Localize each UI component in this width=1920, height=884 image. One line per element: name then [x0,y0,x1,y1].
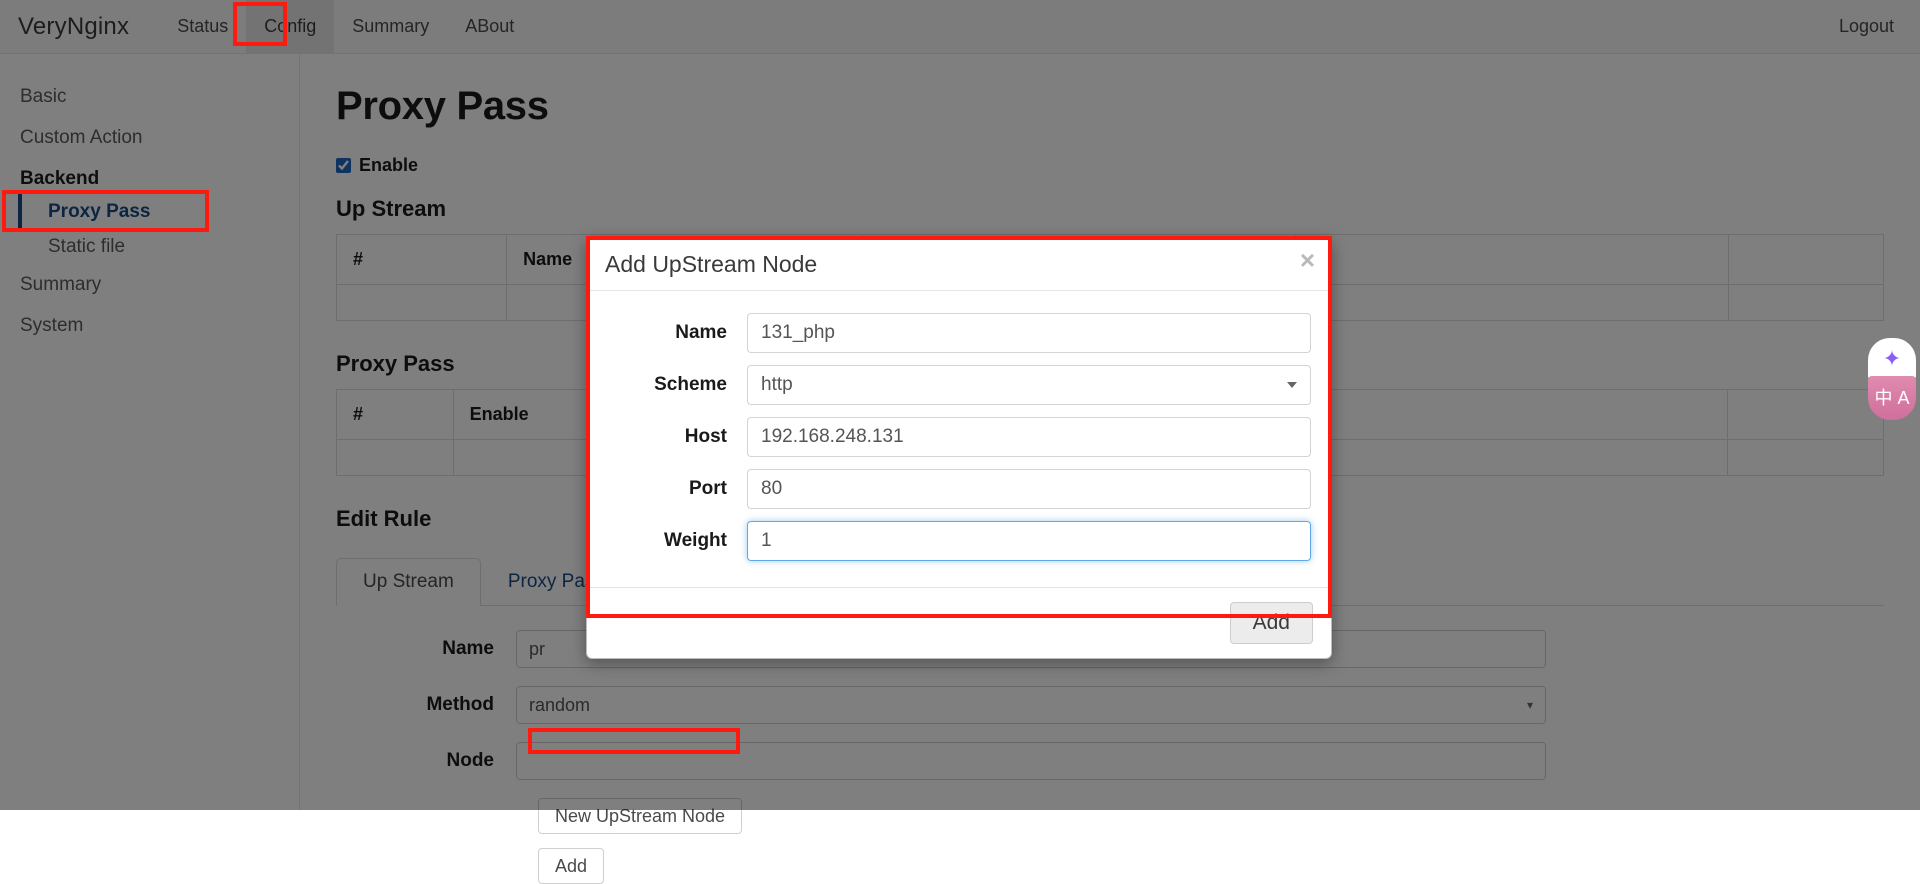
modal-row-port: Port 80 [607,469,1311,509]
modal-row-weight: Weight 1 [607,521,1311,561]
modal-footer: Add [587,587,1331,658]
translate-icon[interactable]: 中 A [1868,376,1916,420]
modal-scheme-wrap: http [747,365,1311,405]
modal-port-input[interactable]: 80 [747,469,1311,509]
form-add-button[interactable]: Add [538,848,604,884]
modal-weight-wrap: 1 [747,521,1311,561]
modal-title: Add UpStream Node [605,253,1313,276]
close-icon[interactable]: × [1300,247,1315,273]
modal-scheme-label: Scheme [607,374,747,396]
modal-weight-label: Weight [607,530,747,552]
modal-port-label: Port [607,478,747,500]
sparkle-icon[interactable]: ✦ [1868,338,1916,380]
modal-host-input[interactable]: 192.168.248.131 [747,417,1311,457]
modal-name-input[interactable]: 131_php [747,313,1311,353]
modal-host-wrap: 192.168.248.131 [747,417,1311,457]
modal-panel: Add UpStream Node × Name 131_php Scheme … [586,236,1332,659]
modal-name-wrap: 131_php [747,313,1311,353]
modal-row-name: Name 131_php [607,313,1311,353]
modal-scheme-value: http [761,374,793,396]
modal-row-host: Host 192.168.248.131 [607,417,1311,457]
modal-add-button[interactable]: Add [1230,602,1313,644]
add-row: Add [516,848,1884,884]
modal-row-scheme: Scheme http [607,365,1311,405]
floating-widget: ✦ 中 A [1868,338,1916,420]
modal-scheme-select[interactable]: http [747,365,1311,405]
modal-header: Add UpStream Node × [587,237,1331,291]
modal-weight-input[interactable]: 1 [747,521,1311,561]
modal-host-label: Host [607,426,747,448]
chevron-down-icon [1287,382,1297,388]
modal-body: Name 131_php Scheme http Host 192.168.24… [587,291,1331,587]
add-upstream-node-dialog: Add UpStream Node × Name 131_php Scheme … [586,236,1332,659]
modal-port-wrap: 80 [747,469,1311,509]
modal-name-label: Name [607,322,747,344]
